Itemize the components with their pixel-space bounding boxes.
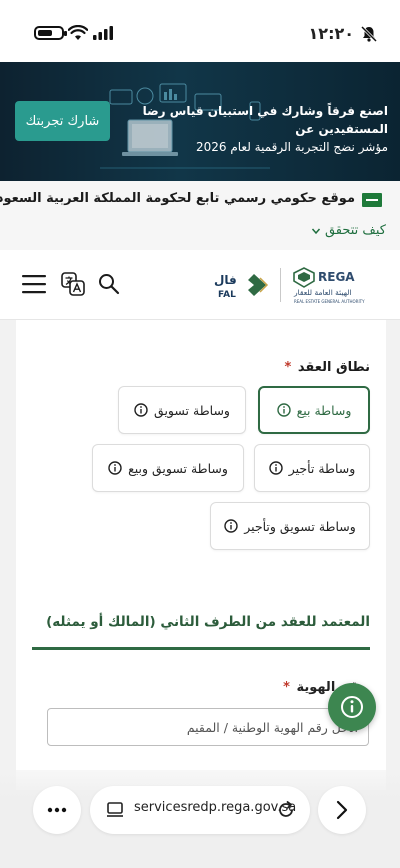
how-to-verify-label: كيف تتحقق	[324, 223, 386, 238]
option-sale-brokerage[interactable]: وساطة بيع	[258, 386, 370, 434]
chevron-right-icon	[336, 800, 348, 820]
more-options-button[interactable]	[33, 786, 81, 834]
contract-form: نطاق العقد * وساطة بيع وساطة تسويق وساطة…	[16, 320, 386, 790]
status-bar: ١٢:٢٠	[0, 0, 400, 62]
option-marketing-sale-brokerage[interactable]: وساطة تسويق وبيع	[92, 444, 244, 492]
info-icon	[268, 461, 283, 475]
section-divider	[32, 647, 370, 650]
fal-logo-arabic: فال	[214, 273, 237, 287]
id-number-input[interactable]	[47, 708, 369, 746]
option-marketing-rental-brokerage[interactable]: وساطة تسويق وتأجير	[210, 502, 370, 550]
translate-icon[interactable]	[61, 272, 85, 296]
second-party-section-title: المعتمد للعقد من الطرف الثاني (المالك أو…	[46, 614, 370, 630]
forward-button[interactable]	[318, 786, 366, 834]
option-label: وساطة تسويق وبيع	[128, 460, 228, 476]
rega-logo-arabic: الهيئة العامة للعقار	[293, 288, 352, 297]
option-label: وساطة تسويق وتأجير	[244, 518, 356, 534]
address-bar[interactable]: servicesredp.rega.gov.sa	[90, 786, 310, 834]
survey-banner: اصنع فرقاً وشارك في استبيان قياس رضا الم…	[0, 62, 400, 181]
saudi-flag-icon	[362, 193, 382, 207]
banner-headline: اصنع فرقاً وشارك في استبيان قياس رضا الم…	[142, 104, 388, 136]
rega-logo[interactable]: REGA الهيئة العامة للعقار REAL ESTATE GE…	[292, 267, 384, 305]
share-experience-button[interactable]: شارك تجربتك	[15, 101, 110, 141]
chevron-down-icon	[311, 228, 321, 234]
status-time: ١٢:٢٠	[308, 24, 354, 43]
option-label: وساطة تسويق	[154, 402, 230, 418]
ellipsis-icon	[47, 807, 67, 813]
rega-logo-latin: REGA	[318, 270, 355, 284]
fal-logo-latin: FAL	[218, 290, 236, 300]
site-header: فال FAL REGA الهيئة العامة للعقار REAL E…	[0, 250, 400, 320]
required-mark: *	[284, 360, 292, 375]
page-menu-icon[interactable]	[106, 801, 124, 819]
info-icon	[224, 519, 238, 533]
option-label: وساطة تأجير	[288, 460, 356, 476]
option-label: وساطة بيع	[296, 402, 352, 418]
url-text: servicesredp.rega.gov.sa	[134, 800, 297, 815]
help-info-button[interactable]	[328, 683, 376, 731]
cellular-signal-icon	[93, 26, 113, 40]
fal-logo-mark: فال FAL	[214, 273, 269, 300]
info-icon	[134, 403, 148, 417]
rega-logo-mark: REGA الهيئة العامة للعقار REAL ESTATE GE…	[293, 267, 365, 304]
browser-toolbar: servicesredp.rega.gov.sa	[0, 770, 400, 868]
banner-text: اصنع فرقاً وشارك في استبيان قياس رضا الم…	[138, 102, 388, 156]
option-rental-brokerage[interactable]: وساطة تأجير	[254, 444, 370, 492]
banner-subline: مؤشر نضج التجربة الرقمية لعام 2026	[195, 140, 388, 154]
gov-verification-strip: موقع حكومي رسمي تابع لحكومة المملكة العر…	[0, 181, 400, 250]
required-mark: *	[283, 680, 290, 695]
rega-logo-english: REAL ESTATE GENERAL AUTHORITY	[294, 299, 365, 304]
hamburger-menu-icon[interactable]	[22, 274, 46, 294]
search-icon[interactable]	[98, 273, 120, 295]
wifi-icon	[68, 25, 88, 40]
fal-logo[interactable]: فال FAL	[214, 270, 272, 300]
info-icon	[276, 403, 291, 417]
how-to-verify-link[interactable]: كيف تتحقق	[311, 223, 386, 238]
bell-off-icon	[360, 25, 378, 43]
reload-icon[interactable]	[276, 800, 296, 820]
info-icon	[341, 696, 363, 718]
info-icon	[108, 461, 122, 475]
contract-scope-text: نطاق العقد	[297, 360, 370, 375]
contract-scope-label: نطاق العقد *	[285, 360, 370, 375]
gov-official-text: موقع حكومي رسمي تابع لحكومة المملكة العر…	[0, 191, 355, 206]
battery-icon	[34, 26, 67, 40]
logo-divider	[280, 268, 281, 302]
option-marketing-brokerage[interactable]: وساطة تسويق	[118, 386, 246, 434]
